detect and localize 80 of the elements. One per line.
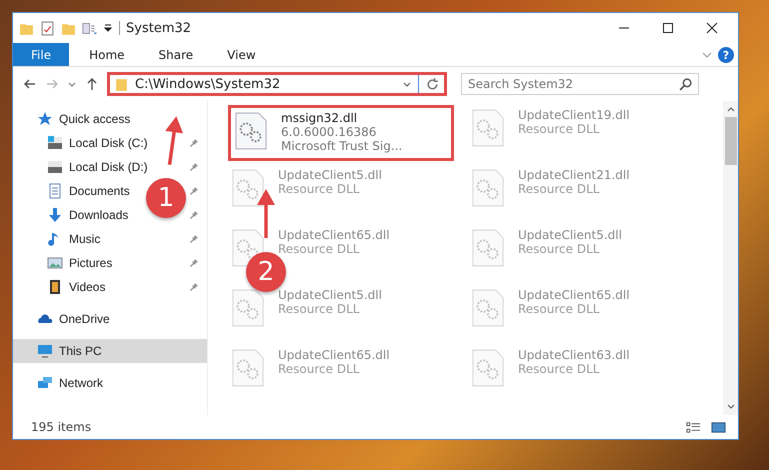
dll-file-icon bbox=[472, 348, 504, 388]
star-icon bbox=[37, 111, 53, 127]
file-name: UpdateClient21.dll bbox=[518, 168, 630, 182]
ribbon-tab[interactable]: File bbox=[13, 43, 70, 66]
ribbon-tab[interactable]: Home bbox=[75, 43, 139, 66]
address-path: C:\Windows\System32 bbox=[135, 76, 282, 92]
file-detail: Resource DLL bbox=[518, 362, 600, 376]
dll-file-icon bbox=[472, 228, 504, 268]
dll-file-icon bbox=[472, 288, 504, 328]
file-detail: Resource DLL bbox=[518, 242, 600, 256]
file-detail: Resource DLL bbox=[518, 122, 600, 136]
file-name: UpdateClient65.dll bbox=[278, 348, 390, 362]
sidebar-item[interactable]: Music bbox=[13, 227, 106, 251]
sidebar-item[interactable]: Network bbox=[13, 371, 110, 395]
view-options-icon[interactable] bbox=[82, 20, 97, 36]
network-icon bbox=[37, 375, 53, 391]
dll-file-icon bbox=[232, 348, 264, 388]
sidebar-item[interactable]: Downloads bbox=[13, 203, 134, 227]
expand-ribbon-icon[interactable] bbox=[702, 50, 712, 60]
pin-icon[interactable] bbox=[189, 234, 199, 244]
dll-file-icon bbox=[472, 168, 504, 208]
item-count: 195 items bbox=[31, 420, 92, 434]
maximize-icon[interactable] bbox=[662, 22, 674, 34]
refresh-icon[interactable] bbox=[425, 76, 440, 92]
scroll-thumb[interactable] bbox=[724, 117, 736, 165]
file-name: UpdateClient65.dll bbox=[278, 228, 390, 242]
folder-icon bbox=[114, 76, 129, 92]
file-detail: 6.0.6000.16386 bbox=[281, 125, 378, 139]
help-icon[interactable]: ? bbox=[718, 46, 734, 62]
pin-icon[interactable] bbox=[189, 162, 199, 172]
dll-file-icon bbox=[472, 108, 504, 148]
sidebar-item[interactable]: This PC bbox=[13, 339, 207, 363]
pin-icon[interactable] bbox=[189, 258, 199, 268]
file-name: UpdateClient5.dll bbox=[278, 168, 382, 182]
sidebar-item[interactable]: OneDrive bbox=[13, 307, 116, 331]
sidebar-item[interactable]: Videos bbox=[13, 275, 112, 299]
sidebar-item[interactable]: Quick access bbox=[13, 107, 136, 131]
up-icon[interactable] bbox=[85, 77, 99, 91]
sidebar-item[interactable]: Local Disk (C:) bbox=[13, 131, 154, 155]
file-detail: Resource DLL bbox=[518, 302, 600, 316]
file-detail: Resource DLL bbox=[518, 182, 600, 196]
file-name: mssign32.dll bbox=[281, 111, 358, 125]
properties-icon[interactable] bbox=[40, 20, 55, 36]
sidebar-item[interactable]: Local Disk (D:) bbox=[13, 155, 154, 179]
downloads-icon bbox=[47, 207, 63, 223]
file-detail: Resource DLL bbox=[278, 302, 360, 316]
pin-icon[interactable] bbox=[189, 210, 199, 220]
search-icon bbox=[678, 77, 693, 92]
dll-file-icon bbox=[232, 168, 264, 208]
file-detail: Microsoft Trust Sig... bbox=[281, 139, 402, 153]
file-detail: Resource DLL bbox=[278, 182, 360, 196]
search-field[interactable]: Search System32 bbox=[461, 73, 699, 95]
file-item[interactable]: mssign32.dll 6.0.6000.16386 Microsoft Trust Sig... bbox=[228, 105, 454, 161]
scrollbar[interactable] bbox=[723, 101, 738, 415]
sidebar-item[interactable]: Pictures bbox=[13, 251, 118, 275]
ribbon-tab[interactable]: Share bbox=[144, 43, 208, 66]
file-detail: Resource DLL bbox=[278, 362, 360, 376]
customize-caret-icon[interactable] bbox=[103, 23, 113, 33]
file-name: UpdateClient19.dll bbox=[518, 108, 630, 122]
dll-file-icon bbox=[235, 111, 267, 151]
pin-icon[interactable] bbox=[189, 186, 199, 196]
address-bar[interactable]: C:\Windows\System32 bbox=[107, 72, 447, 96]
file-name: UpdateClient63.dll bbox=[518, 348, 630, 362]
file-name: UpdateClient65.dll bbox=[518, 288, 630, 302]
pc-icon bbox=[37, 343, 53, 359]
disk-c-icon bbox=[47, 135, 63, 151]
pin-icon[interactable] bbox=[189, 282, 199, 292]
ribbon-tab[interactable]: View bbox=[213, 43, 270, 66]
file-name: UpdateClient5.dll bbox=[518, 228, 622, 242]
details-view-icon[interactable] bbox=[686, 420, 701, 434]
documents-icon bbox=[47, 183, 63, 199]
close-icon[interactable] bbox=[706, 22, 718, 34]
pin-icon[interactable] bbox=[189, 138, 199, 148]
back-icon[interactable] bbox=[23, 77, 37, 91]
pictures-icon bbox=[47, 255, 63, 271]
sidebar-item[interactable]: Documents bbox=[13, 179, 136, 203]
dll-file-icon bbox=[232, 288, 264, 328]
window-title: System32 bbox=[126, 20, 192, 36]
videos-icon bbox=[47, 279, 63, 295]
large-icons-view-icon[interactable] bbox=[711, 420, 726, 434]
